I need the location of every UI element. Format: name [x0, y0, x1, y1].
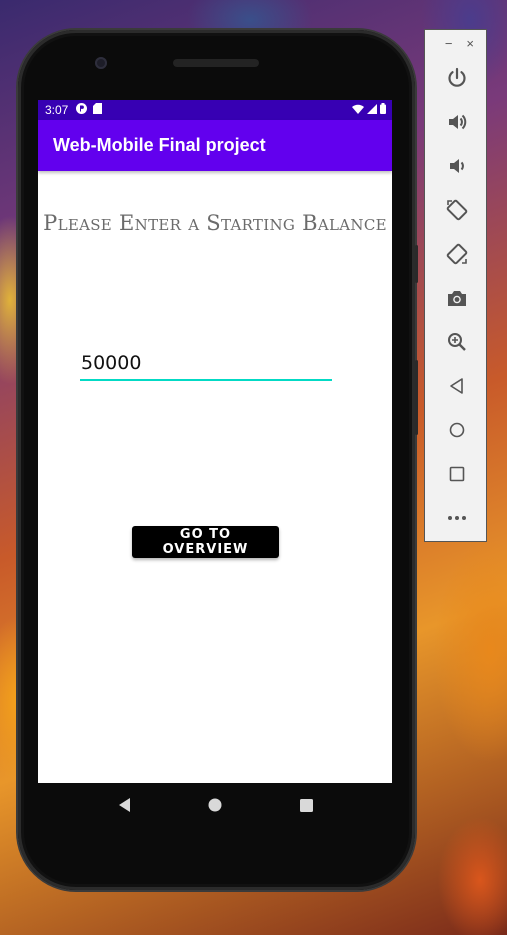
- notification-p-icon: [76, 103, 88, 117]
- home-nav-button[interactable]: [200, 790, 230, 820]
- front-camera: [95, 57, 107, 69]
- device-screen: 3:07 Web-Mobile Final project Please Ent…: [38, 100, 392, 783]
- screenshot-button[interactable]: [425, 276, 488, 320]
- power-button[interactable]: [425, 56, 488, 100]
- rotate-left-icon: [446, 199, 467, 221]
- volume-down-button[interactable]: [425, 144, 488, 188]
- zoom-button[interactable]: [425, 320, 488, 364]
- wifi-icon: [352, 103, 364, 117]
- signal-icon: [367, 103, 377, 117]
- battery-icon: [380, 103, 386, 117]
- rotate-right-button[interactable]: [425, 232, 488, 276]
- status-time: 3:07: [45, 103, 69, 117]
- recents-nav-button[interactable]: [291, 790, 321, 820]
- starting-balance-prompt: Please Enter a Starting Balance: [43, 211, 387, 235]
- back-nav-button[interactable]: [109, 790, 139, 820]
- more-dots-icon: [447, 516, 466, 520]
- overview-icon: [449, 466, 464, 482]
- rotate-right-icon: [446, 243, 467, 265]
- more-button[interactable]: [425, 496, 488, 540]
- go-to-overview-button[interactable]: GO TO OVERVIEW: [132, 526, 279, 558]
- starting-balance-input[interactable]: [80, 349, 332, 381]
- volume-up-icon: [448, 114, 466, 130]
- recents-square-icon: [299, 798, 313, 812]
- sd-card-icon: [93, 103, 103, 117]
- app-bar: Web-Mobile Final project: [38, 120, 392, 171]
- back-button[interactable]: [425, 364, 488, 408]
- back-triangle-icon: [118, 798, 130, 812]
- home-icon: [449, 422, 464, 438]
- status-bar: 3:07: [38, 100, 392, 120]
- rotate-left-button[interactable]: [425, 188, 488, 232]
- emulator-toolbar: − ×: [424, 29, 487, 542]
- nav-bar: [38, 783, 392, 827]
- home-button[interactable]: [425, 408, 488, 452]
- volume-down-icon: [449, 159, 464, 173]
- close-button[interactable]: ×: [466, 36, 474, 51]
- zoom-in-icon: [447, 333, 466, 351]
- power-icon: [447, 67, 466, 87]
- volume-key[interactable]: [415, 360, 418, 435]
- minimize-button[interactable]: −: [445, 36, 453, 51]
- overview-button[interactable]: [425, 452, 488, 496]
- earpiece-speaker: [173, 59, 259, 67]
- app-title: Web-Mobile Final project: [53, 135, 266, 155]
- camera-icon: [447, 291, 466, 306]
- back-icon: [449, 378, 463, 394]
- power-key[interactable]: [415, 245, 418, 283]
- volume-up-button[interactable]: [425, 100, 488, 144]
- home-circle-icon: [208, 798, 222, 812]
